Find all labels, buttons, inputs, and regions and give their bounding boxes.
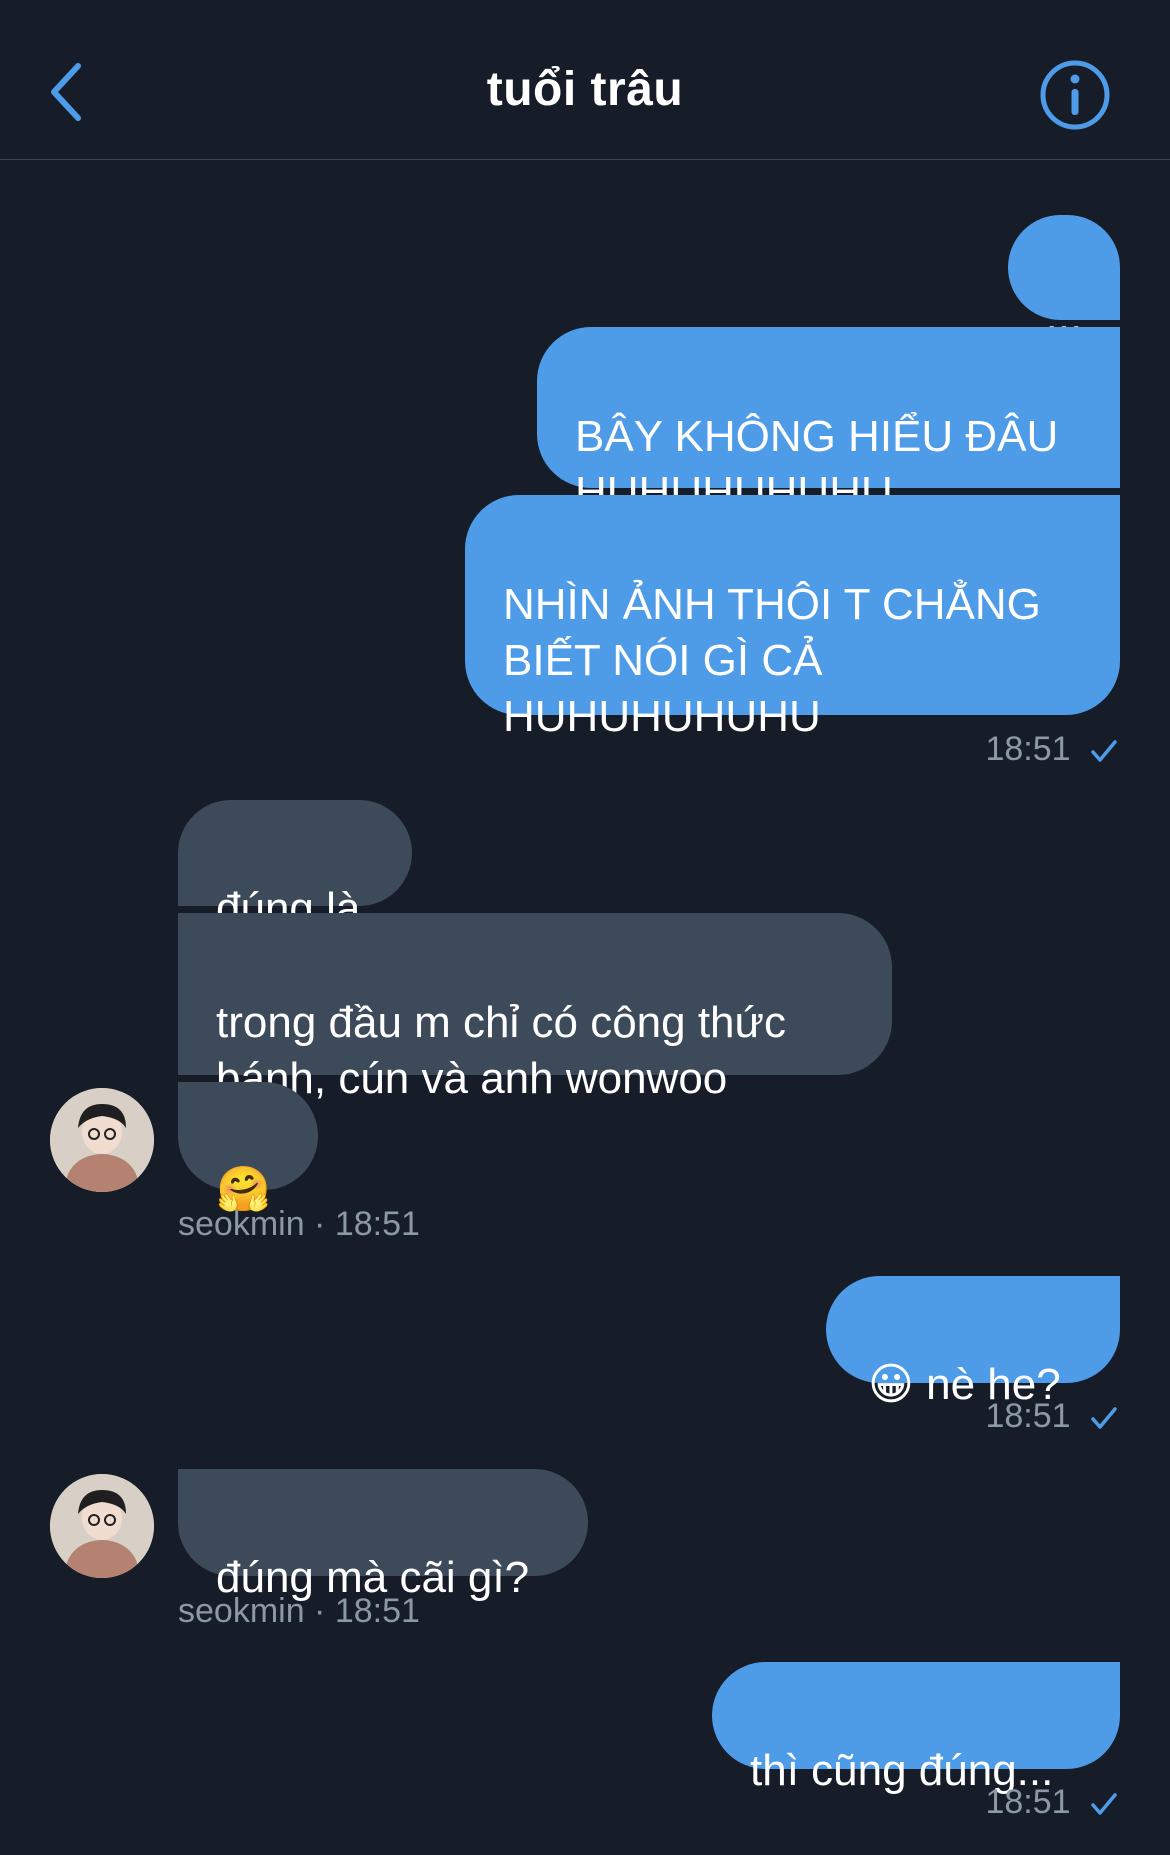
- message-text: NHÌN ẢNH THÔI T CHẲNG BIẾT NÓI GÌ CẢ HUH…: [503, 580, 1041, 741]
- avatar[interactable]: [50, 1088, 154, 1192]
- message-text: trong đầu m chỉ có công thức bánh, cún v…: [216, 998, 786, 1103]
- message-timestamp: 18:51: [900, 730, 1118, 769]
- message-timestamp: 18:51: [900, 1397, 1118, 1436]
- outgoing-message-bubble[interactable]: BÂY KHÔNG HIỂU ĐÂU HUHUHUHUHU: [537, 327, 1120, 517]
- sender-timestamp: seokmin · 18:51: [178, 1205, 420, 1243]
- info-button[interactable]: [1038, 58, 1112, 132]
- outgoing-message-bubble[interactable]: 😀 nè he?: [826, 1276, 1120, 1409]
- info-circle-icon: [1040, 60, 1110, 130]
- conversation-header: tuổi trâu: [0, 0, 1170, 160]
- avatar[interactable]: [50, 1474, 154, 1578]
- avatar-image: [50, 1088, 154, 1192]
- incoming-message-bubble[interactable]: đúng mà cãi gì?: [178, 1469, 588, 1602]
- checkmark-icon: [1091, 1793, 1117, 1815]
- incoming-message-bubble[interactable]: 🤗: [178, 1082, 318, 1214]
- message-timestamp: 18:51: [900, 1783, 1118, 1822]
- checkmark-icon: [1091, 740, 1117, 762]
- outgoing-message-bubble[interactable]: ...: [1008, 215, 1120, 341]
- checkmark-icon: [1091, 1407, 1117, 1429]
- conversation-title: tuổi trâu: [486, 63, 684, 116]
- incoming-message-bubble[interactable]: đúng là: [178, 800, 412, 933]
- outgoing-message-bubble[interactable]: NHÌN ẢNH THÔI T CHẲNG BIẾT NÓI GÌ CẢ HUH…: [465, 495, 1120, 741]
- incoming-message-bubble[interactable]: trong đầu m chỉ có công thức bánh, cún v…: [178, 913, 892, 1103]
- avatar-image: [50, 1474, 154, 1578]
- outgoing-message-bubble[interactable]: thì cũng đúng...: [712, 1662, 1120, 1795]
- sender-timestamp: seokmin · 18:51: [178, 1592, 420, 1630]
